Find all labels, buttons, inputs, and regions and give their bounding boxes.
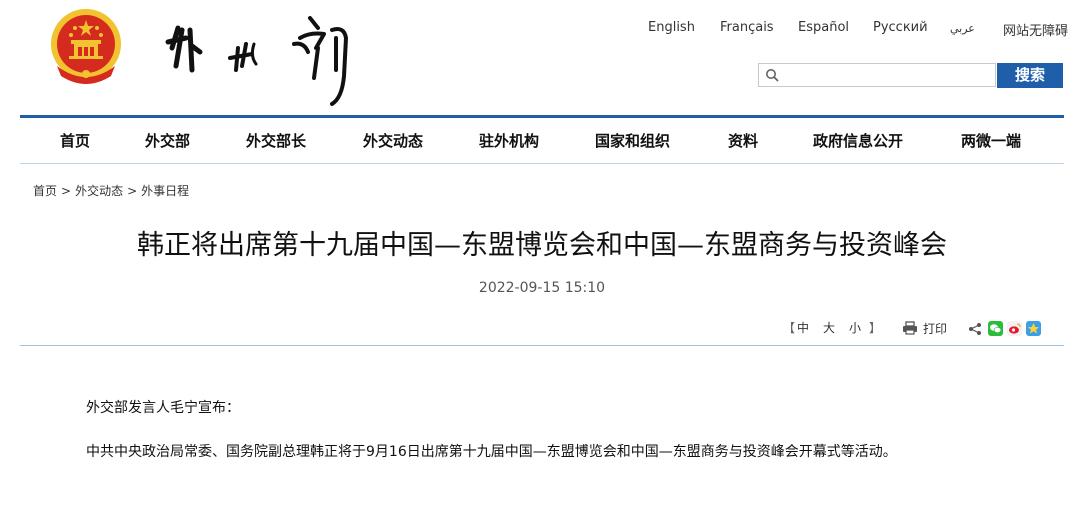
bracket-close: 】: [869, 321, 882, 335]
breadcrumb-separator: >: [61, 184, 72, 198]
search-box: [758, 63, 996, 87]
ministry-logo[interactable]: [160, 8, 360, 108]
bracket-open: 【: [783, 321, 796, 335]
lang-english[interactable]: English: [648, 20, 695, 35]
accessibility-link[interactable]: 网站无障碍: [1003, 20, 1068, 39]
nav-social-apps[interactable]: 两微一端: [961, 130, 1021, 152]
nav-gov-info-disclosure[interactable]: 政府信息公开: [813, 130, 903, 152]
lang-russian[interactable]: Русский: [873, 20, 928, 35]
lang-arabic[interactable]: عربي: [950, 22, 975, 35]
content-divider: [20, 345, 1064, 346]
nav-diplomatic-news[interactable]: 外交动态: [363, 130, 423, 152]
font-size-large-button[interactable]: 大: [823, 319, 835, 336]
article-date: 2022-09-15 15:10: [478, 280, 606, 296]
nav-minister[interactable]: 外交部长: [246, 130, 306, 152]
font-size-small-button[interactable]: 小: [849, 319, 861, 336]
print-icon[interactable]: [902, 321, 918, 335]
article-title: 韩正将出席第十九届中国—东盟博览会和中国—东盟商务与投资峰会: [137, 230, 947, 261]
article-paragraph: 外交部发言人毛宁宣布：: [86, 400, 240, 416]
breadcrumb: 首页 > 外交动态 > 外事日程: [33, 182, 189, 199]
nav-resources[interactable]: 资料: [728, 130, 758, 152]
article-paragraph: 中共中央政治局常委、国务院副总理韩正将于9月16日出席第十九届中国—东盟博览会和…: [86, 444, 897, 460]
search-button[interactable]: 搜索: [997, 63, 1063, 88]
nav-missions-abroad[interactable]: 驻外机构: [479, 130, 539, 152]
breadcrumb-home[interactable]: 首页: [33, 184, 57, 198]
breadcrumb-separator: >: [127, 184, 138, 198]
qzone-icon[interactable]: [1026, 321, 1041, 336]
font-size-medium-button[interactable]: 中: [797, 319, 809, 336]
national-emblem-icon: [51, 9, 121, 84]
header-divider: [20, 115, 1064, 118]
nav-home[interactable]: 首页: [60, 130, 90, 152]
lang-spanish[interactable]: Español: [798, 20, 849, 35]
breadcrumb-foreign-affairs-schedule[interactable]: 外事日程: [141, 184, 189, 198]
breadcrumb-diplomatic-news[interactable]: 外交动态: [75, 184, 123, 198]
nav-divider: [20, 163, 1064, 164]
weibo-icon[interactable]: [1007, 321, 1022, 336]
wechat-icon[interactable]: [988, 321, 1003, 336]
search-input[interactable]: [783, 65, 992, 87]
share-icon[interactable]: [968, 322, 982, 336]
print-button[interactable]: 打印: [923, 320, 947, 337]
nav-countries-organizations[interactable]: 国家和组织: [595, 130, 670, 152]
nav-ministry[interactable]: 外交部: [145, 130, 190, 152]
lang-french[interactable]: Français: [720, 20, 774, 35]
search-icon: [766, 69, 779, 82]
